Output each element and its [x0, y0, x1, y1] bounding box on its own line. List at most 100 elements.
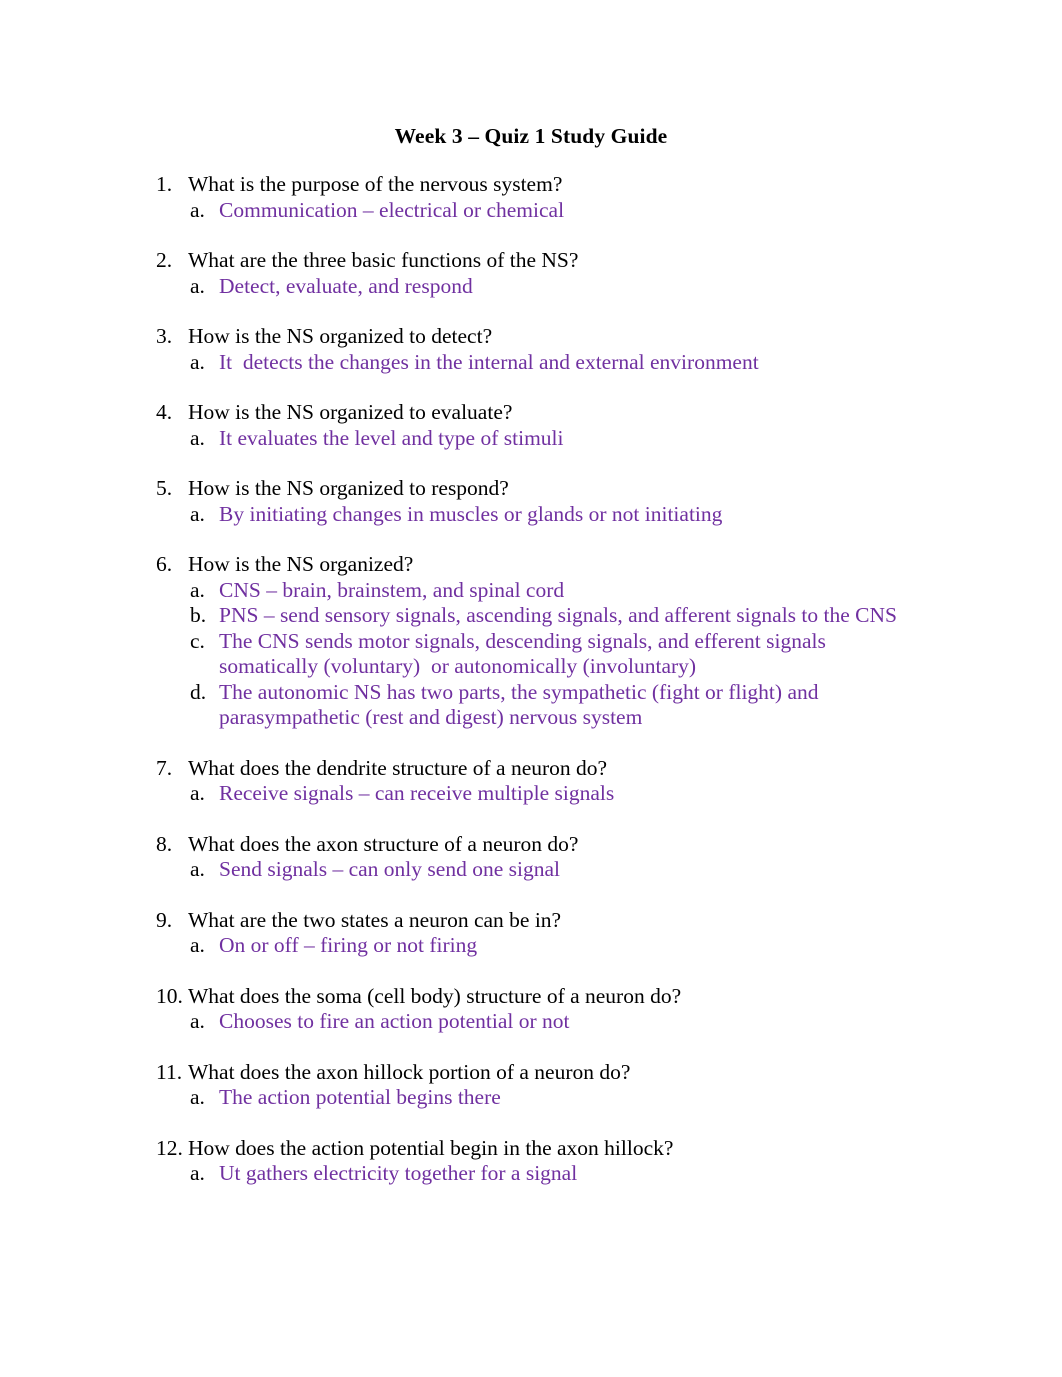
answer-line: a. Chooses to fire an action potential or… — [156, 1009, 906, 1035]
question-line: 1. What is the purpose of the nervous sys… — [156, 172, 906, 198]
answer-marker: a. — [190, 1161, 205, 1185]
answer-marker: a. — [190, 501, 205, 526]
question-line: 5. How is the NS organized to respond? — [156, 476, 906, 502]
answer-list: a. Send signals – can only send one signa… — [156, 857, 906, 883]
question-group: 7. What does the dendrite structure of a … — [156, 756, 906, 807]
answer-text: Ut gathers electricity together for a si… — [219, 1161, 578, 1185]
question-line: 10. What does the soma (cell body) struct… — [156, 984, 906, 1010]
question-text: How does the action potential begin in t… — [188, 1135, 674, 1160]
answer-text: It evaluates the level and type of stimu… — [219, 425, 564, 450]
answer-list: a. On or off – firing or not firing — [156, 933, 906, 959]
question-number: 10. — [156, 983, 183, 1008]
question-text: What is the purpose of the nervous syste… — [188, 172, 563, 196]
answer-line: a. It evaluates the level and type of sti… — [156, 426, 906, 452]
answer-text: PNS – send sensory signals, ascending si… — [219, 603, 897, 627]
answer-marker: a. — [190, 425, 205, 450]
question-group: 1. What is the purpose of the nervous sys… — [156, 172, 906, 223]
answer-line: d. The autonomic NS has two parts, the sy… — [156, 680, 906, 731]
answer-line: a. By initiating changes in muscles or gl… — [156, 502, 906, 528]
answer-text: Detect, evaluate, and respond — [219, 273, 473, 298]
answer-marker: a. — [190, 1085, 205, 1109]
answer-line: b. PNS – send sensory signals, ascending … — [156, 603, 906, 629]
question-group: 5. How is the NS organized to respond? a. B… — [156, 476, 906, 527]
answer-line: a. Receive signals – can receive multiple… — [156, 781, 906, 807]
question-line: 11. What does the axon hillock portion of… — [156, 1060, 906, 1086]
answer-list: a. Detect, evaluate, and respond — [156, 274, 906, 300]
question-text: How is the NS organized to detect? — [188, 324, 493, 348]
answer-text: On or off – firing or not firing — [219, 933, 478, 957]
answer-line: a. Detect, evaluate, and respond — [156, 274, 906, 300]
question-line: 2. What are the three basic functions of … — [156, 248, 906, 274]
question-group: 9. What are the two states a neuron can b… — [156, 908, 906, 959]
question-group: 10. What does the soma (cell body) struct… — [156, 984, 906, 1035]
question-group: 4. How is the NS organized to evaluate? a.… — [156, 400, 906, 451]
question-group: 6. How is the NS organized? a. CNS – brain,… — [156, 552, 906, 731]
document-page: Week 3 – Quiz 1 Study Guide 1. What is th… — [0, 0, 1062, 1377]
answer-text: The CNS sends motor signals, descending … — [219, 628, 832, 679]
answer-marker: b. — [190, 603, 207, 627]
question-number: 2. — [156, 248, 173, 272]
answer-text: It detects the changes in the internal a… — [219, 349, 759, 374]
question-text: What does the soma (cell body) structure… — [188, 983, 682, 1008]
question-line: 4. How is the NS organized to evaluate? — [156, 400, 906, 426]
question-text: How is the NS organized? — [188, 552, 414, 576]
question-number: 7. — [156, 755, 173, 780]
question-number: 11. — [156, 1059, 183, 1084]
answer-marker: a. — [190, 577, 205, 602]
answer-marker: d. — [190, 679, 207, 704]
question-text: How is the NS organized to evaluate? — [188, 400, 513, 424]
question-number: 4. — [156, 400, 173, 424]
study-guide-question-list: 1. What is the purpose of the nervous sys… — [156, 172, 906, 1187]
question-text: How is the NS organized to respond? — [188, 476, 509, 500]
question-group: 12. How does the action potential begin i… — [156, 1136, 906, 1187]
answer-list: a. Communication – electrical or chemical — [156, 198, 906, 224]
answer-line: a. Ut gathers electricity together for a … — [156, 1161, 906, 1187]
answer-marker: a. — [190, 349, 205, 374]
document-body: Week 3 – Quiz 1 Study Guide 1. What is th… — [156, 122, 906, 1212]
question-text: What are the two states a neuron can be … — [188, 907, 562, 932]
question-number: 12. — [156, 1135, 183, 1160]
question-line: 12. How does the action potential begin i… — [156, 1136, 906, 1162]
answer-text: CNS – brain, brainstem, and spinal cord — [219, 577, 565, 602]
question-text: What does the axon hillock portion of a … — [188, 1059, 631, 1084]
answer-line: a. The action potential begins there — [156, 1085, 906, 1111]
answer-line: a. Communication – electrical or chemical — [156, 198, 906, 224]
question-text: What are the three basic functions of th… — [188, 248, 579, 272]
answer-marker: c. — [190, 628, 205, 653]
answer-marker: a. — [190, 933, 205, 957]
answer-text: Receive signals – can receive multiple s… — [219, 781, 615, 805]
answer-list: a. It evaluates the level and type of sti… — [156, 426, 906, 452]
page-title: Week 3 – Quiz 1 Study Guide — [394, 124, 668, 148]
question-number: 1. — [156, 172, 173, 196]
answer-line: a. Send signals – can only send one signa… — [156, 857, 906, 883]
question-line: 8. What does the axon structure of a neur… — [156, 832, 906, 858]
answer-list: a. The action potential begins there — [156, 1085, 906, 1111]
answer-marker: a. — [190, 1009, 205, 1033]
question-line: 6. How is the NS organized? — [156, 552, 906, 578]
answer-list: a. Chooses to fire an action potential or… — [156, 1009, 906, 1035]
answer-list: a. By initiating changes in muscles or gl… — [156, 502, 906, 528]
question-number: 5. — [156, 476, 173, 500]
question-number: 8. — [156, 831, 173, 856]
answer-line: a. It detects the changes in the internal… — [156, 350, 906, 376]
question-group: 3. How is the NS organized to detect? a. It… — [156, 324, 906, 375]
answer-list: a. It detects the changes in the internal… — [156, 350, 906, 376]
answer-line: a. On or off – firing or not firing — [156, 933, 906, 959]
question-group: 11. What does the axon hillock portion of… — [156, 1060, 906, 1111]
question-text: What does the dendrite structure of a ne… — [188, 755, 608, 780]
answer-text: Send signals – can only send one signal — [219, 857, 560, 881]
answer-text: Communication – electrical or chemical — [219, 197, 565, 222]
question-group: 2. What are the three basic functions of … — [156, 248, 906, 299]
answer-text: The action potential begins there — [219, 1085, 501, 1109]
answer-text: Chooses to fire an action potential or n… — [219, 1009, 570, 1033]
answer-list: a. Receive signals – can receive multiple… — [156, 781, 906, 807]
question-line: 3. How is the NS organized to detect? — [156, 324, 906, 350]
answer-marker: a. — [190, 781, 205, 805]
question-number: 3. — [156, 324, 173, 348]
answer-list: a. CNS – brain, brainstem, and spinal cor… — [156, 578, 906, 731]
answer-line: a. CNS – brain, brainstem, and spinal cor… — [156, 578, 906, 604]
answer-marker: a. — [190, 273, 205, 298]
question-number: 9. — [156, 907, 173, 932]
answer-list: a. Ut gathers electricity together for a … — [156, 1161, 906, 1187]
answer-line: c. The CNS sends motor signals, descendin… — [156, 629, 906, 680]
